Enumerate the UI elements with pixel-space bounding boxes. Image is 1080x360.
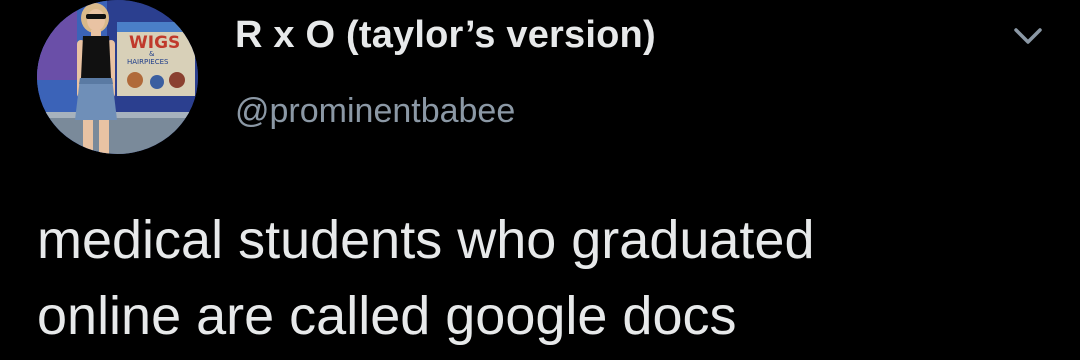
sign-text-amp: & bbox=[149, 50, 155, 58]
tweet-text: medical students who graduated online ar… bbox=[37, 210, 815, 346]
display-name[interactable]: R x O (taylor’s version) bbox=[235, 14, 656, 57]
chevron-down-icon[interactable] bbox=[1010, 24, 1046, 48]
profile-avatar[interactable]: WIGS & HAIRPIECES bbox=[37, 0, 198, 154]
avatar-photo: WIGS & HAIRPIECES bbox=[37, 0, 198, 154]
sign-text-main: WIGS bbox=[129, 33, 180, 53]
sign-text-sub: HAIRPIECES bbox=[127, 58, 169, 66]
user-handle[interactable]: @prominentbabee bbox=[235, 92, 515, 131]
tweet-card: WIGS & HAIRPIECES R x O (taylor’s versio… bbox=[0, 0, 1080, 360]
